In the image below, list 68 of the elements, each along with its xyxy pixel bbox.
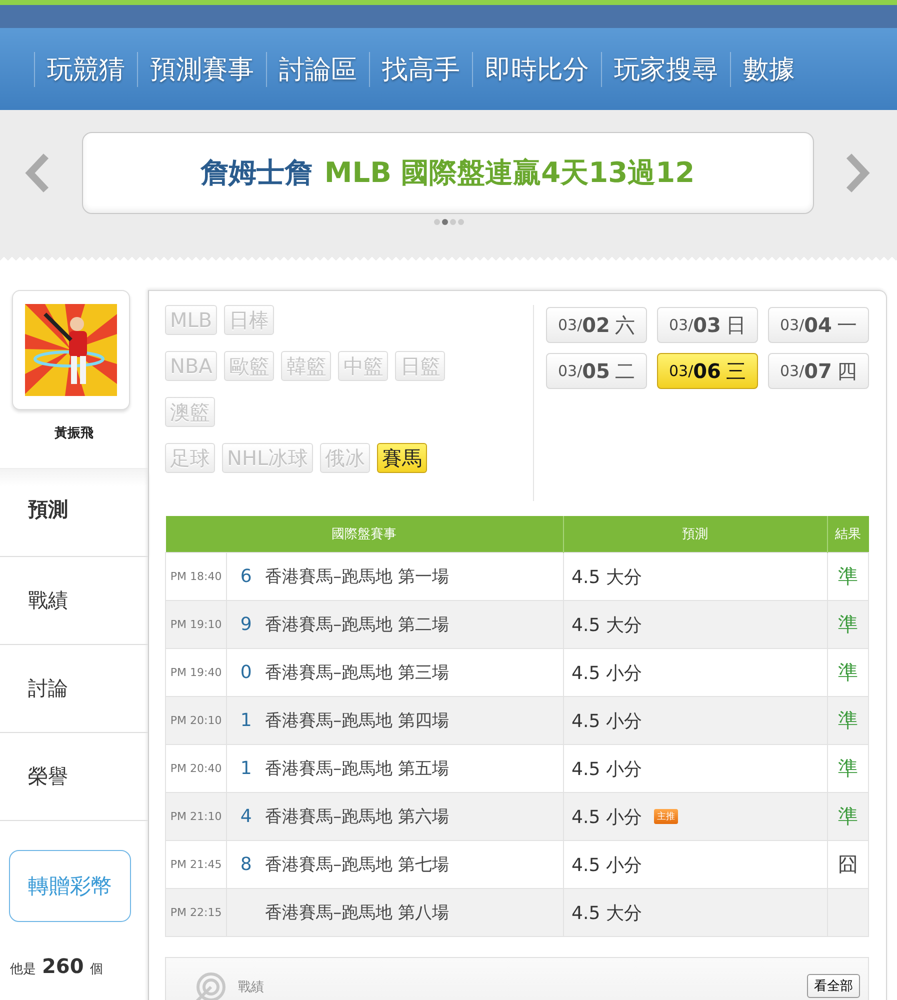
match-name: 香港賽馬–跑馬地 第五場 <box>265 758 449 780</box>
race-number: 6 <box>239 566 253 587</box>
match-name: 香港賽馬–跑馬地 第四場 <box>265 710 449 732</box>
stats-unit: 個 <box>90 961 103 978</box>
prediction-text: 4.5 小分 <box>572 710 642 732</box>
nav-link[interactable]: 討論區 <box>266 52 369 86</box>
race-number: 0 <box>239 662 253 683</box>
view-all-button[interactable]: 看全部 <box>807 974 860 998</box>
prediction-text: 4.5 小分 <box>572 662 642 684</box>
match-name: 香港賽馬–跑馬地 第二場 <box>265 614 449 636</box>
date-button[interactable]: 03/04 一 <box>768 307 869 343</box>
prediction-text: 4.5 大分 <box>572 614 642 636</box>
banner-card[interactable]: 詹姆士詹 MLB 國際盤連贏4天13過12 <box>82 132 814 214</box>
nav-link[interactable]: 數據 <box>730 52 807 86</box>
prediction-text: 4.5 小分 <box>572 758 642 780</box>
nav-link[interactable]: 預測賽事 <box>137 52 266 86</box>
prediction-text: 4.5 小分 <box>572 806 642 828</box>
race-number: 9 <box>239 614 253 635</box>
date-button[interactable]: 03/06 三 <box>657 353 758 389</box>
result-mark: 準 <box>838 660 858 684</box>
stats-label: 他是 <box>10 961 36 978</box>
nav-link[interactable]: 找高手 <box>369 52 472 86</box>
page-dot[interactable] <box>458 219 464 225</box>
date-button[interactable]: 03/05 二 <box>546 353 647 389</box>
match-name: 香港賽馬–跑馬地 第六場 <box>265 806 449 828</box>
page-dot[interactable] <box>450 219 456 225</box>
race-number: 1 <box>239 758 253 779</box>
time-cell: PM 18:40 <box>166 552 227 600</box>
result-mark: 準 <box>838 612 858 636</box>
race-number: 1 <box>239 710 253 731</box>
user-name: 黃振飛 <box>54 425 94 442</box>
column-header: 結果 <box>827 516 868 552</box>
featured-badge: 主推 <box>654 809 678 824</box>
prediction-text: 4.5 大分 <box>572 902 642 924</box>
result-mark: 準 <box>838 804 858 828</box>
match-name: 香港賽馬–跑馬地 第七場 <box>265 854 449 876</box>
time-cell: PM 20:10 <box>166 696 227 744</box>
match-name: 香港賽馬–跑馬地 第三場 <box>265 662 449 684</box>
result-mark: 準 <box>838 708 858 732</box>
league-tag[interactable]: 賽馬 <box>377 443 428 473</box>
nav-link[interactable]: 玩家搜尋 <box>601 52 730 86</box>
page-dot[interactable] <box>442 219 448 225</box>
result-mark: 準 <box>838 564 858 588</box>
nav-link[interactable]: 即時比分 <box>472 52 601 86</box>
date-button[interactable]: 03/02 六 <box>546 307 647 343</box>
date-button[interactable]: 03/07 四 <box>768 353 869 389</box>
time-cell: PM 21:10 <box>166 792 227 840</box>
banner-text: MLB 國際盤連贏4天13過12 <box>324 155 695 191</box>
nav-link[interactable]: 玩競猜 <box>34 52 137 86</box>
match-name: 香港賽馬–跑馬地 第一場 <box>265 566 449 588</box>
result-mark: 準 <box>838 756 858 780</box>
prediction-text: 4.5 小分 <box>572 854 642 876</box>
record-title: 戰績 <box>238 979 265 996</box>
prediction-text: 4.5 大分 <box>572 566 642 588</box>
banner-name: 詹姆士詹 <box>200 155 312 191</box>
transfer-button[interactable]: 轉贈彩幣 <box>9 850 131 922</box>
stats-count: 260 <box>42 954 84 978</box>
race-number: 4 <box>239 806 253 827</box>
result-mark: 囧 <box>838 852 858 876</box>
race-number: 8 <box>239 854 253 875</box>
sidebar-tab[interactable]: 預測 <box>0 469 149 557</box>
time-cell: PM 19:10 <box>166 600 227 648</box>
date-button[interactable]: 03/03 日 <box>657 307 758 343</box>
match-name: 香港賽馬–跑馬地 第八場 <box>265 902 449 924</box>
column-header: 預測 <box>563 516 828 552</box>
page-dot[interactable] <box>434 219 440 225</box>
time-cell: PM 22:15 <box>166 888 227 936</box>
column-header: 國際盤賽事 <box>166 516 564 552</box>
